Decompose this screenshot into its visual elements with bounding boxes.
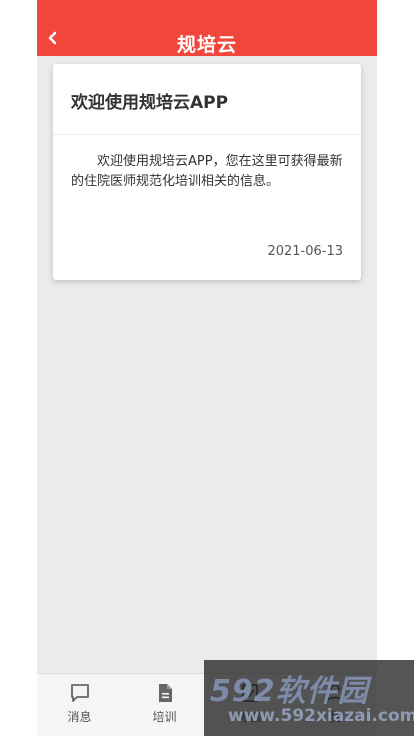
tab-messages[interactable]: 消息: [37, 674, 122, 736]
notice-card[interactable]: 欢迎使用规培云APP 欢迎使用规培云APP，您在这里可获得最新的住院医师规范化培…: [53, 64, 361, 280]
notice-date: 2021-06-13: [267, 244, 343, 259]
tab-label: 消息: [67, 710, 92, 724]
app-screen: 规培云 欢迎使用规培云APP 欢迎使用规培云APP，您在这里可获得最新的住院医师…: [37, 0, 377, 736]
notice-title: 欢迎使用规培云APP: [71, 93, 229, 113]
tab-label: 培训: [152, 710, 177, 724]
site-watermark: 592软件园 www.592xiazai.com: [204, 660, 414, 736]
tab-training[interactable]: 培训: [122, 674, 207, 736]
card-divider: [53, 134, 361, 135]
document-icon: [158, 684, 172, 702]
watermark-logo-text: 592软件园: [210, 674, 369, 709]
page-title: 规培云: [176, 34, 237, 56]
notice-body: 欢迎使用规培云APP，您在这里可获得最新的住院医师规范化培训相关的信息。: [71, 154, 343, 189]
message-icon: [70, 684, 89, 702]
top-app-bar: 规培云: [37, 0, 377, 56]
watermark-url: www.592xiazai.com: [228, 706, 414, 726]
